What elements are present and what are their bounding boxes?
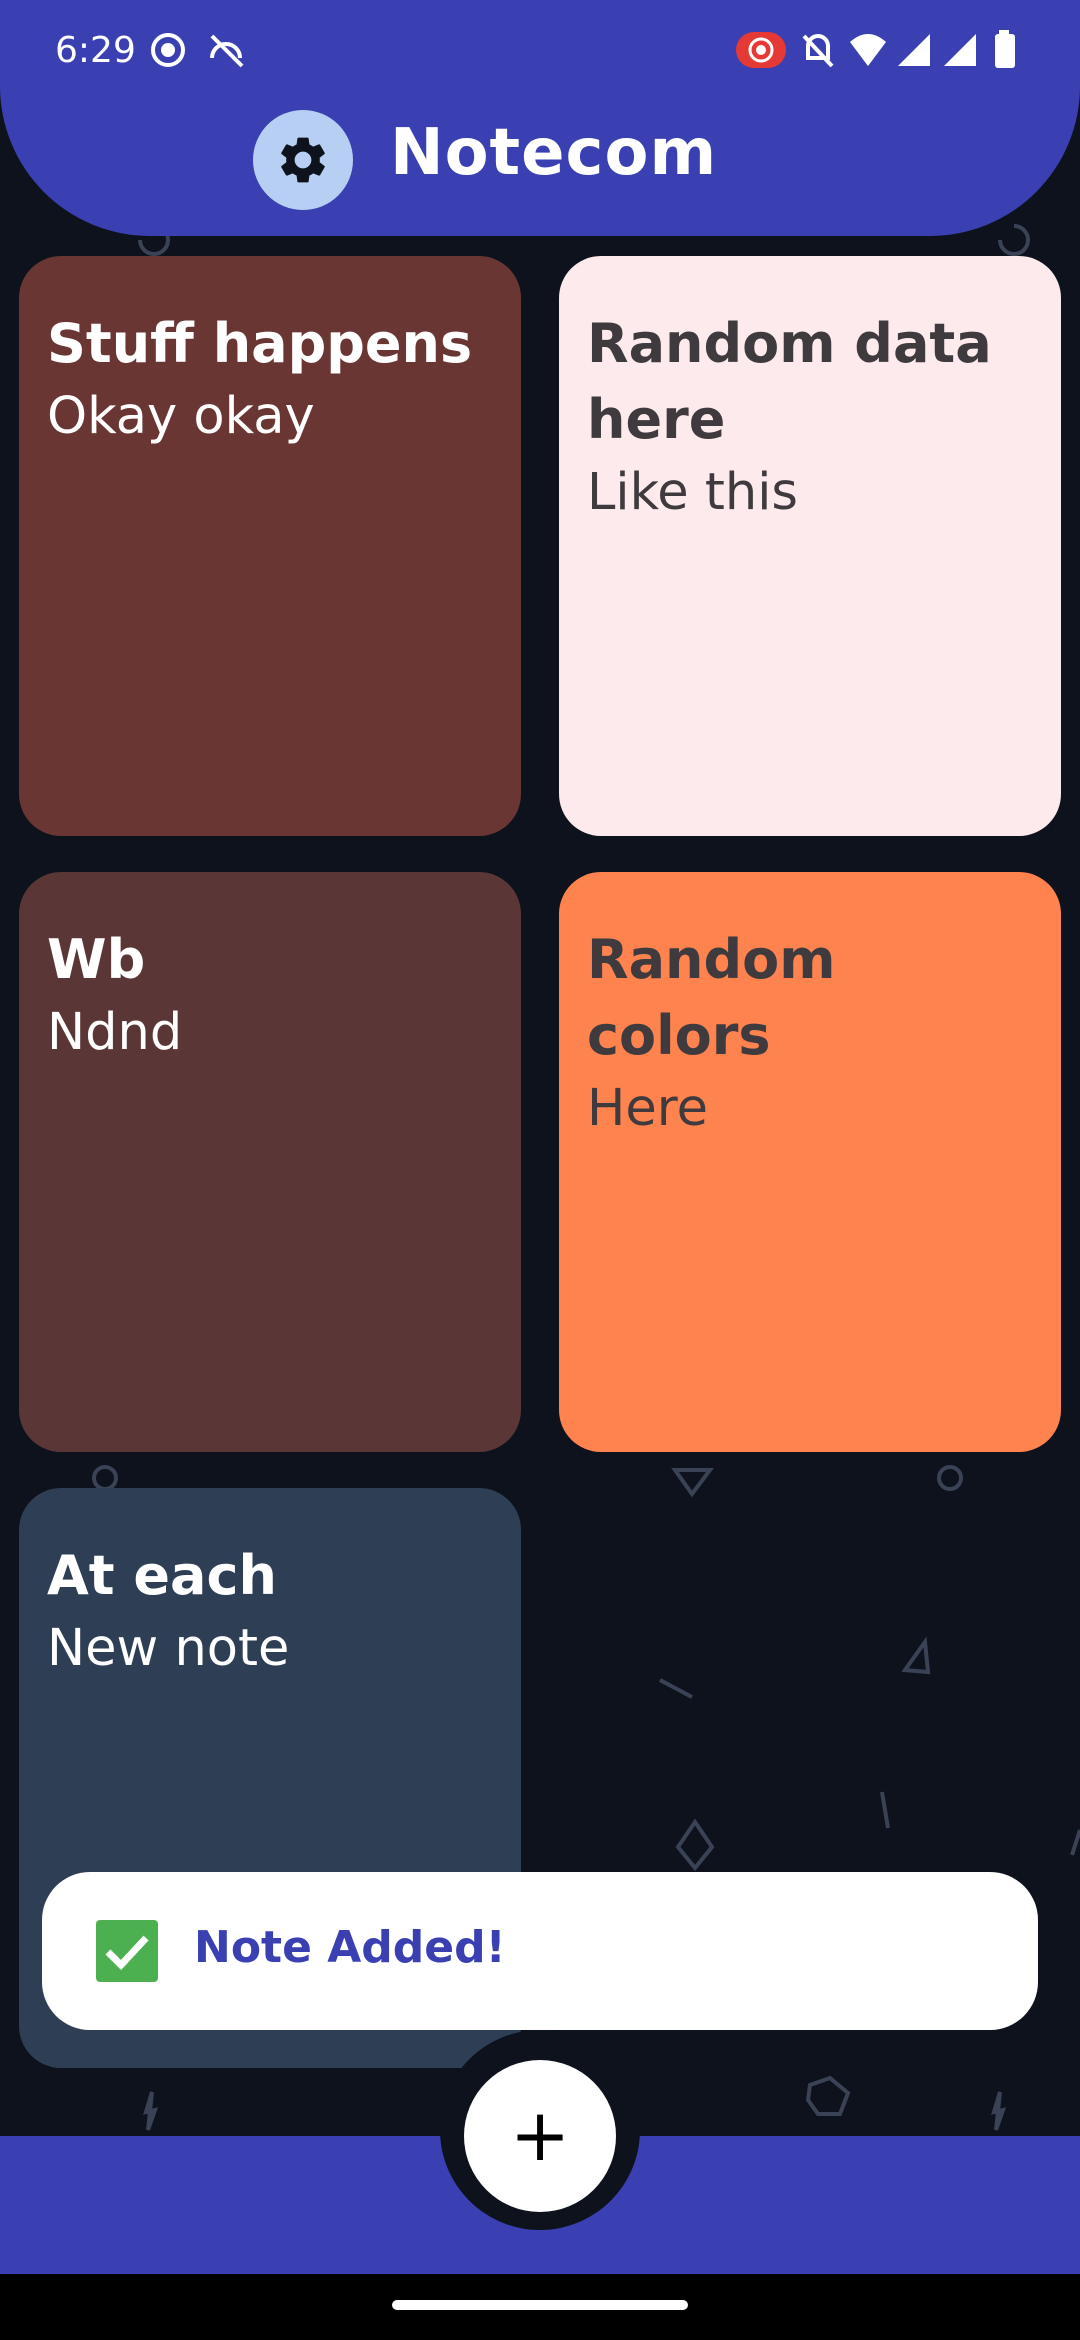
note-body: New note: [47, 1619, 290, 1678]
note-title: Random data here: [587, 312, 992, 451]
sync-off-icon: [210, 34, 244, 68]
note-title: At each: [47, 1544, 277, 1607]
wifi-icon: [850, 34, 886, 66]
settings-button[interactable]: [253, 110, 353, 210]
mute-icon: [802, 34, 834, 68]
cast-recording-icon: [736, 32, 786, 68]
check-box-icon: [96, 1920, 158, 1982]
signal-icon: [898, 34, 930, 66]
gear-icon: [281, 137, 325, 183]
plus-icon: +: [509, 2093, 571, 2177]
note-title: Random colors: [587, 928, 836, 1067]
note-card[interactable]: Random colors Here: [559, 872, 1061, 1452]
signal-icon: [944, 34, 976, 66]
note-card[interactable]: Wb Ndnd: [19, 872, 521, 1452]
note-title: Wb: [47, 928, 146, 991]
note-body: Okay okay: [47, 387, 315, 446]
toast-notification: Note Added!: [42, 1872, 1038, 2030]
screen-record-icon: [151, 33, 185, 67]
status-time: 6:29: [55, 30, 136, 71]
note-body: Here: [587, 1079, 708, 1138]
note-card[interactable]: Stuff happens Okay okay: [19, 256, 521, 836]
add-note-button[interactable]: +: [464, 2060, 616, 2212]
toast-message: Note Added!: [194, 1922, 506, 1973]
note-card[interactable]: Random data here Like this: [559, 256, 1061, 836]
note-body: Ndnd: [47, 1003, 183, 1062]
app-title: Notecom: [390, 116, 718, 190]
note-body: Like this: [587, 463, 798, 522]
battery-icon: [995, 30, 1015, 68]
note-title: Stuff happens: [47, 312, 473, 375]
home-indicator[interactable]: [392, 2300, 688, 2310]
app-header: 6:29 Notecom: [0, 0, 1080, 236]
